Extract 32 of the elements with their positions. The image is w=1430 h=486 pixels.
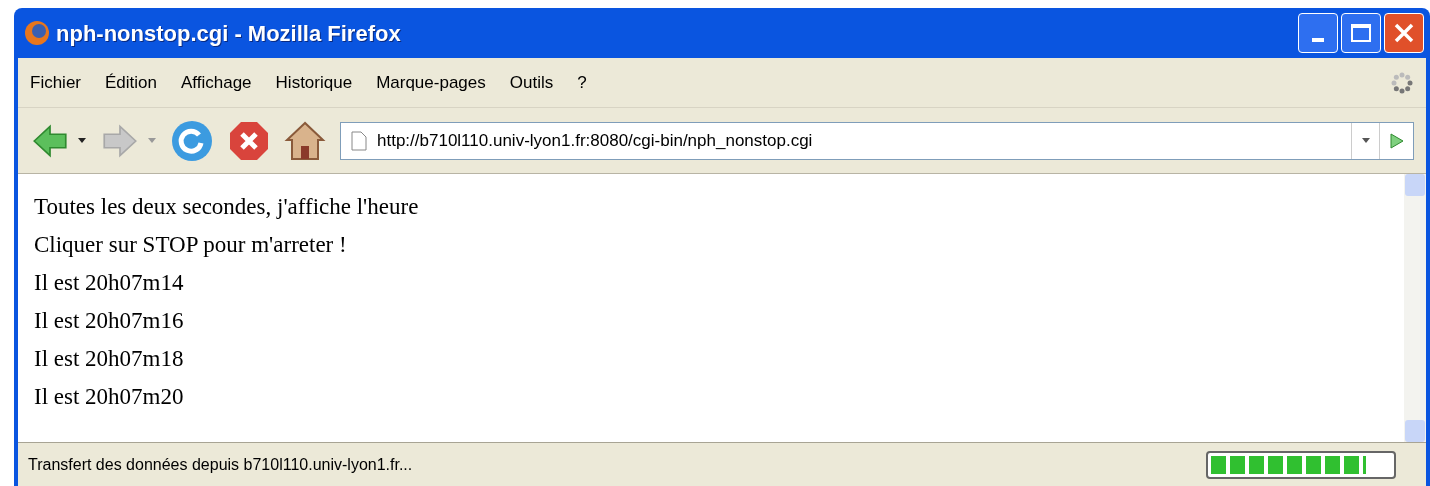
menu-item[interactable]: Marque-pages: [376, 69, 486, 96]
address-field[interactable]: http://b710l110.univ-lyon1.fr:8080/cgi-bin/nph_nonstop.cgi: [340, 121, 1414, 160]
menu-item[interactable]: Affichage: [181, 69, 252, 96]
home-icon[interactable]: [284, 119, 326, 162]
status-text: Transfert des données depuis b710l110.univ-lyon1.fr...: [28, 454, 413, 475]
page-text-line: Il est 20h07m18: [34, 345, 185, 373]
minimize-icon: [1312, 38, 1324, 42]
menu-item[interactable]: ?: [577, 69, 587, 96]
stop-icon[interactable]: [228, 119, 270, 162]
minimize-button[interactable]: [1298, 13, 1338, 53]
close-button[interactable]: [1384, 13, 1424, 53]
page-text-line: Cliquer sur STOP pour m'arreter !: [34, 231, 348, 259]
page-text-line: Il est 20h07m16: [34, 307, 185, 335]
dropdown-caret-icon[interactable]: [78, 138, 86, 143]
menu-item[interactable]: Outils: [509, 69, 554, 96]
menu-item[interactable]: Fichier: [30, 69, 81, 96]
page-icon: [351, 130, 367, 151]
go-arrow-icon: [1389, 132, 1404, 149]
throbber-icon: [1390, 70, 1414, 95]
close-icon: [1393, 22, 1415, 44]
browser-logo-icon: [24, 20, 50, 46]
window-title: nph-nonstop.cgi - Mozilla Firefox: [56, 19, 401, 48]
dropdown-caret-icon: [1361, 138, 1370, 143]
menu-item[interactable]: Historique: [275, 69, 353, 96]
page-text-line: Il est 20h07m20: [34, 383, 185, 411]
address-text: http://b710l110.univ-lyon1.fr:8080/cgi-bin/nph_nonstop.cgi: [377, 129, 814, 152]
page-text-line: Toutes les deux secondes, j'affiche l'heure: [34, 193, 420, 221]
maximize-icon: [1351, 24, 1371, 42]
reload-icon[interactable]: [170, 118, 214, 163]
menu-item[interactable]: Édition: [105, 69, 157, 96]
maximize-button[interactable]: [1341, 13, 1381, 53]
page-text-line: Il est 20h07m14: [34, 269, 185, 297]
